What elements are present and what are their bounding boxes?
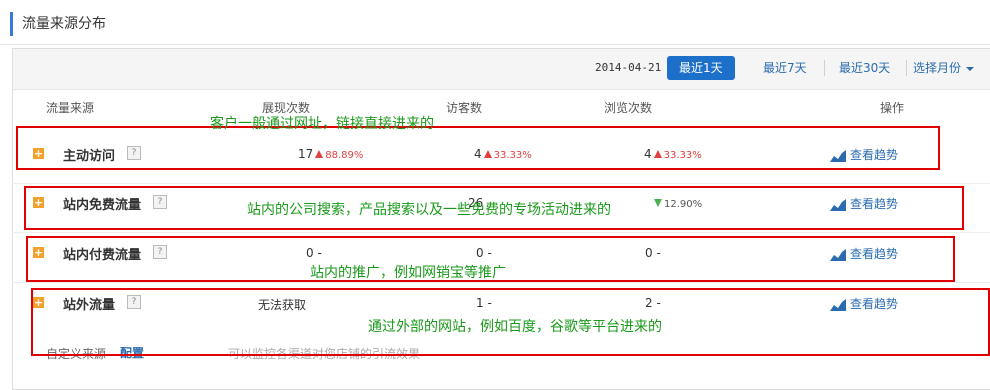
- range-1day-button[interactable]: 最近1天: [667, 56, 735, 80]
- page-title: 流量来源分布: [10, 12, 106, 36]
- range-7day-button[interactable]: 最近7天: [763, 56, 807, 80]
- annotation-text: 站内的公司搜索，产品搜索以及一些免费的专场活动进来的: [247, 202, 611, 218]
- annotation-text: 客户一般通过网址，链接直接进来的: [210, 116, 434, 132]
- current-date: 2014-04-21: [595, 61, 662, 74]
- row-divider: [12, 183, 990, 184]
- range-30day-button[interactable]: 最近30天: [839, 56, 890, 80]
- month-select-label: 选择月份: [913, 61, 962, 75]
- toolbar-divider: [906, 60, 907, 76]
- chevron-down-icon: [966, 66, 975, 71]
- header-pageviews: 浏览次数: [604, 101, 653, 115]
- header-visitors: 访客数: [446, 101, 483, 115]
- title-divider: [0, 44, 990, 45]
- row-divider: [12, 232, 990, 233]
- date-toolbar: 2014-04-21 最近1天 最近7天 最近30天 选择月份: [13, 49, 990, 90]
- annotation-text: 站内的推广，例如网销宝等推广: [310, 265, 506, 281]
- month-select-dropdown[interactable]: 选择月份: [913, 56, 975, 80]
- header-source: 流量来源: [46, 101, 95, 115]
- toolbar-divider: [824, 60, 825, 76]
- row-divider: [12, 282, 990, 283]
- annotation-box: [16, 126, 940, 170]
- header-action: 操作: [880, 101, 905, 115]
- annotation-text: 通过外部的网站，例如百度，谷歌等平台进来的: [368, 319, 662, 335]
